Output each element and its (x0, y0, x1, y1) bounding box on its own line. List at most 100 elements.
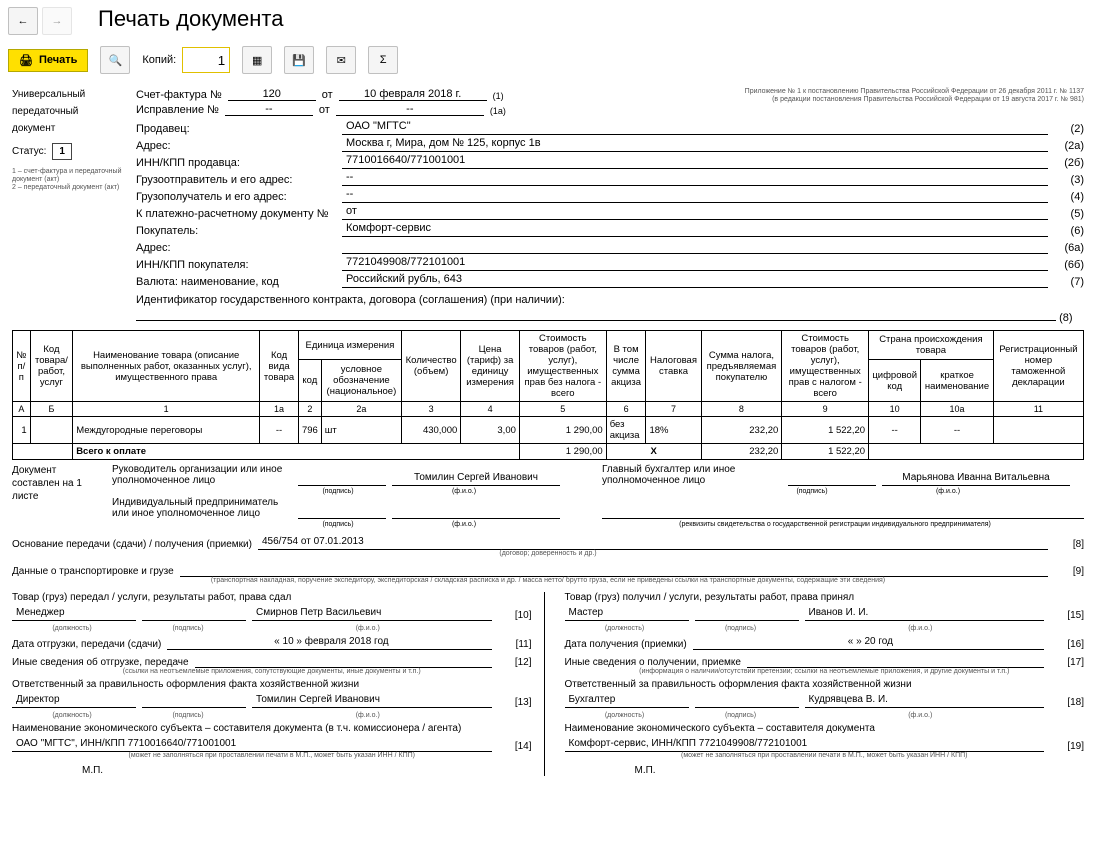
col-decl: Регистрационный номер таможенной деклара… (993, 331, 1083, 402)
ip-sign (298, 505, 386, 519)
schet-label: Счет-фактура № (136, 89, 222, 101)
left-role: Менеджер (12, 607, 136, 621)
gov-p: (8) (1059, 312, 1072, 324)
col-country-name: краткое наименование (921, 360, 993, 402)
tag9: [9] (1054, 566, 1084, 577)
info-label: Покупатель: (136, 225, 336, 237)
col-sum-tax: Стоимость товаров (работ, услуг), имущес… (782, 331, 869, 402)
forward-button[interactable]: → (42, 7, 72, 35)
ispr-date: -- (336, 103, 484, 116)
info-label: Грузополучатель и его адрес: (136, 191, 336, 203)
info-label: Адрес: (136, 242, 336, 254)
email-button[interactable]: ✉ (326, 46, 356, 74)
back-button[interactable]: ← (8, 7, 38, 35)
chief-sign (788, 472, 876, 486)
column-index-row: АБ11а 22а34 5678 91010а11 (13, 402, 1084, 417)
chief-name: Марьянова Иванна Витальевна (882, 472, 1070, 486)
info-label: К платежно-расчетному документу № (136, 208, 336, 220)
ispr-no: -- (225, 103, 313, 116)
info-value (342, 239, 1048, 254)
info-value: Москва г, Мира, дом № 125, корпус 1в (342, 137, 1048, 152)
col-qty: Количество (объем) (402, 331, 461, 402)
preview-button[interactable]: 🔍 (100, 46, 130, 74)
ip-name (392, 505, 560, 519)
left-mp: М.П. (12, 765, 532, 776)
basis-value: 456/754 от 07.01.2013 (258, 536, 1048, 550)
copies-input[interactable] (182, 47, 230, 73)
upd-word1: Универсальный (12, 88, 122, 101)
col-rate: Налоговая ставка (646, 331, 701, 402)
right-resp-name: Кудрявцева В. И. (805, 694, 1045, 708)
col-name: Наименование товара (описание выполненны… (73, 331, 260, 402)
info-value: 7710016640/771001001 (342, 154, 1048, 169)
ip-rekv (602, 505, 1084, 519)
info-value: 7721049908/772101001 (342, 256, 1048, 271)
page-title: Печать документа (76, 4, 283, 38)
gov-label: Идентификатор государственного контракта… (136, 294, 565, 306)
info-value: от (342, 205, 1048, 220)
left-resp-label: Ответственный за правильность оформления… (12, 679, 532, 690)
col-sum-notax: Стоимость товаров (работ, услуг), имущес… (519, 331, 606, 402)
col-unit-name: условное обозначение (национальное) (321, 360, 401, 402)
info-label: Грузоотправитель и его адрес: (136, 174, 336, 186)
appendix-line2: (в редакции постановления Правительства … (745, 96, 1084, 104)
copies-label: Копий: (142, 54, 176, 66)
info-code: (6) (1054, 225, 1084, 237)
right-name: Иванов И. И. (805, 607, 1045, 621)
col-code: Код товара/ работ, услуг (30, 331, 72, 402)
items-table: № п/п Код товара/ работ, услуг Наименова… (12, 330, 1084, 460)
col-country-group: Страна происхождения товара (869, 331, 994, 360)
appendix-note: Приложение № 1 к постановлению Правитель… (745, 88, 1084, 118)
head-role: Руководитель организации или иное уполно… (112, 464, 292, 486)
ispr-n: (1a) (490, 106, 506, 116)
info-code: (5) (1054, 208, 1084, 220)
info-code: (6б) (1054, 259, 1084, 271)
table-row: 1Междугородные переговоры--796шт430,0003… (13, 417, 1084, 444)
basis-label: Основание передачи (сдачи) / получения (… (12, 539, 252, 550)
sheet-info: Документ составлен на 1 листе (12, 464, 102, 530)
recv-date: « » 20 год (693, 636, 1044, 650)
upd-word3: документ (12, 122, 122, 135)
info-code: (6а) (1054, 242, 1084, 254)
tag8: [8] (1054, 539, 1084, 550)
ship-date: « 10 » февраля 2018 год (167, 636, 491, 650)
transport-value (180, 563, 1048, 577)
ot2: от (319, 104, 330, 116)
left-resp-name: Томилин Сергей Иванович (252, 694, 492, 708)
info-label: Продавец: (136, 123, 336, 135)
invoice-header: Счет-фактура № 120 от 10 февраля 2018 г.… (136, 88, 1084, 324)
right-mp: М.П. (565, 765, 1085, 776)
document-body: Универсальный передаточный документ Стат… (0, 84, 1096, 796)
right-resp-role: Бухгалтер (565, 694, 689, 708)
col-kind: Код вида товара (260, 331, 299, 402)
info-code: (2а) (1054, 140, 1084, 152)
ot1: от (322, 89, 333, 101)
right-resp-sign (695, 694, 799, 708)
left-sign (142, 607, 246, 621)
info-code: (2б) (1054, 157, 1084, 169)
left-resp-sign (142, 694, 246, 708)
info-value: ОАО "МГТС" (342, 120, 1048, 135)
right-role: Мастер (565, 607, 689, 621)
sum-button[interactable]: Σ (368, 46, 398, 74)
right-econ: Комфорт-сервис, ИНН/КПП 7721049908/77210… (565, 738, 1045, 752)
col-price: Цена (тариф) за единицу измерения (461, 331, 520, 402)
status-label: Статус: (12, 145, 46, 158)
ispr-label: Исправление № (136, 104, 219, 116)
print-button[interactable]: 🖨 Печать (8, 49, 88, 72)
gov-value (136, 306, 1056, 321)
left-name: Смирнов Петр Васильевич (252, 607, 492, 621)
schet-date: 10 февраля 2018 г. (339, 88, 487, 101)
upd-word2: передаточный (12, 105, 122, 118)
signatures-block: Документ составлен на 1 листе Руководите… (12, 464, 1084, 530)
goods-passed-title: Товар (груз) передал / услуги, результат… (12, 592, 532, 603)
info-label: ИНН/КПП покупателя: (136, 259, 336, 271)
info-code: (4) (1054, 191, 1084, 203)
layout-button[interactable]: ▦ (242, 46, 272, 74)
chief-role: Главный бухгалтер или иное уполномоченно… (602, 464, 782, 486)
transfer-footer: Товар (груз) передал / услуги, результат… (12, 592, 1084, 776)
print-label: Печать (39, 54, 77, 66)
save-button[interactable]: 💾 (284, 46, 314, 74)
col-unit-code: код (298, 360, 321, 402)
info-value: Российский рубль, 643 (342, 273, 1048, 288)
